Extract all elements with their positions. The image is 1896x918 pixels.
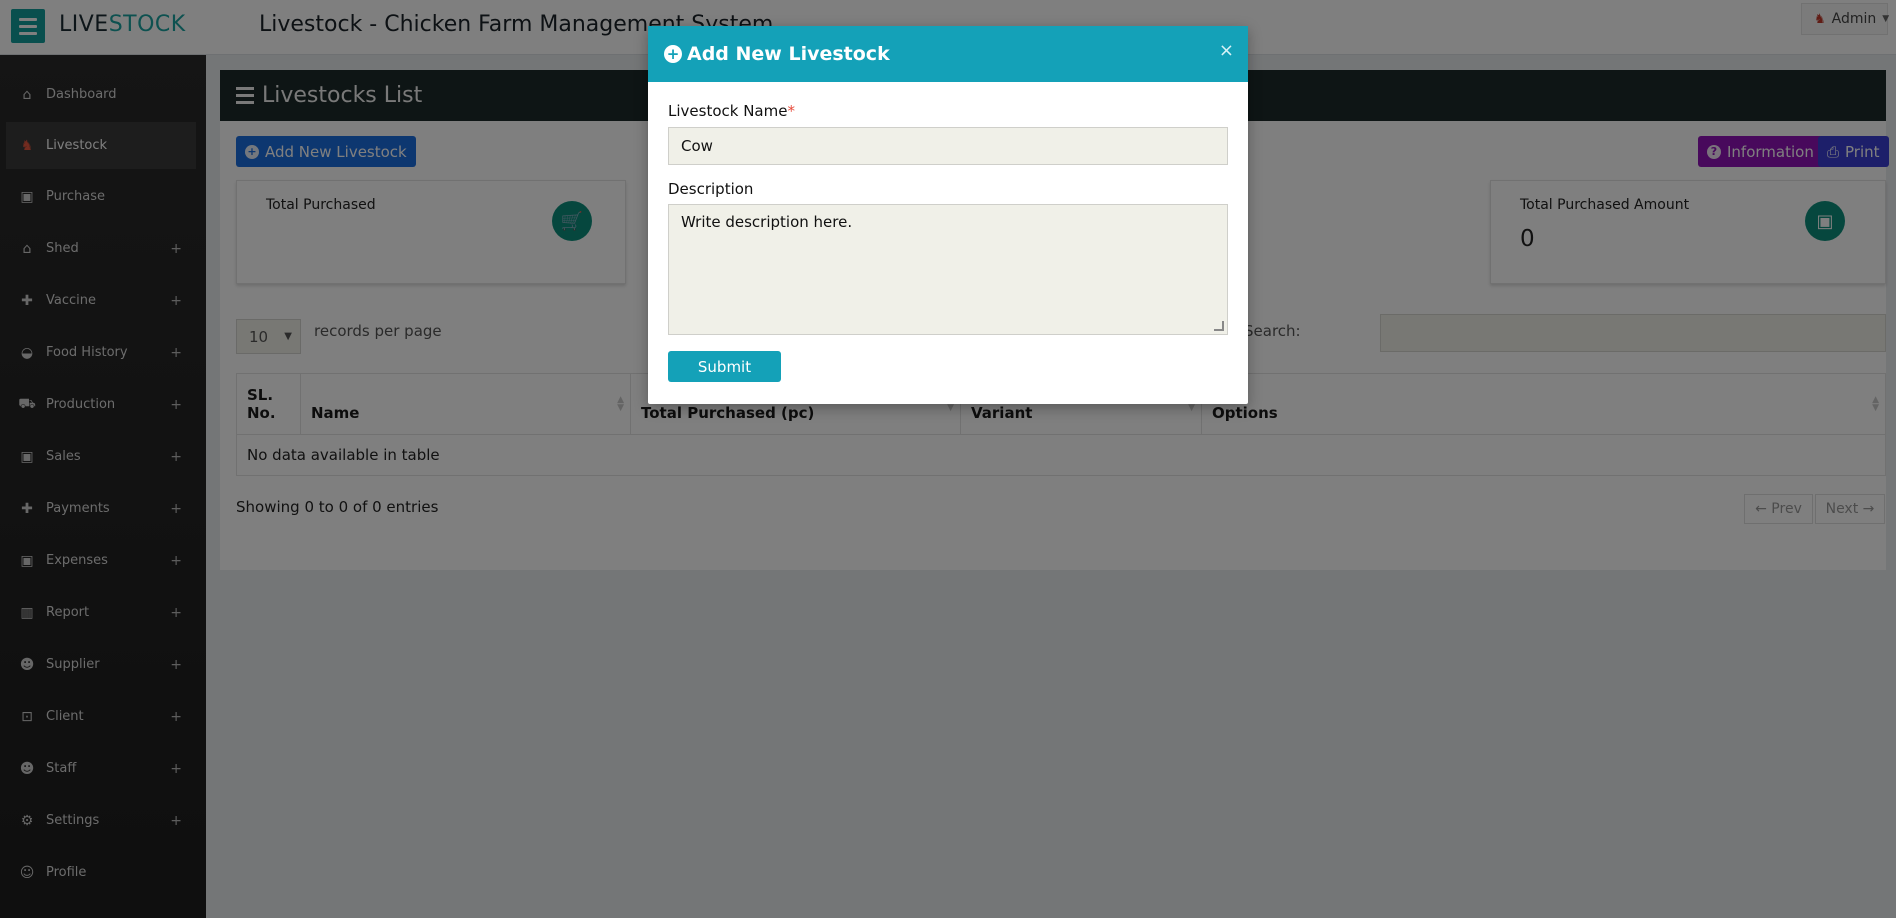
modal-title: Add New Livestock bbox=[687, 43, 890, 65]
plus-circle-icon: + bbox=[664, 45, 682, 63]
add-livestock-modal: + Add New Livestock × Livestock Name* Co… bbox=[648, 26, 1248, 404]
required-mark: * bbox=[787, 102, 795, 120]
description-textarea[interactable]: Write description here. bbox=[668, 204, 1228, 335]
livestock-name-input[interactable]: Cow bbox=[668, 127, 1228, 165]
description-label: Description bbox=[668, 180, 754, 198]
livestock-name-label: Livestock Name* bbox=[668, 102, 795, 120]
close-icon[interactable]: × bbox=[1219, 40, 1234, 61]
resize-handle[interactable] bbox=[1214, 321, 1224, 331]
submit-button[interactable]: Submit bbox=[668, 351, 781, 382]
modal-header: + Add New Livestock bbox=[648, 26, 1248, 82]
